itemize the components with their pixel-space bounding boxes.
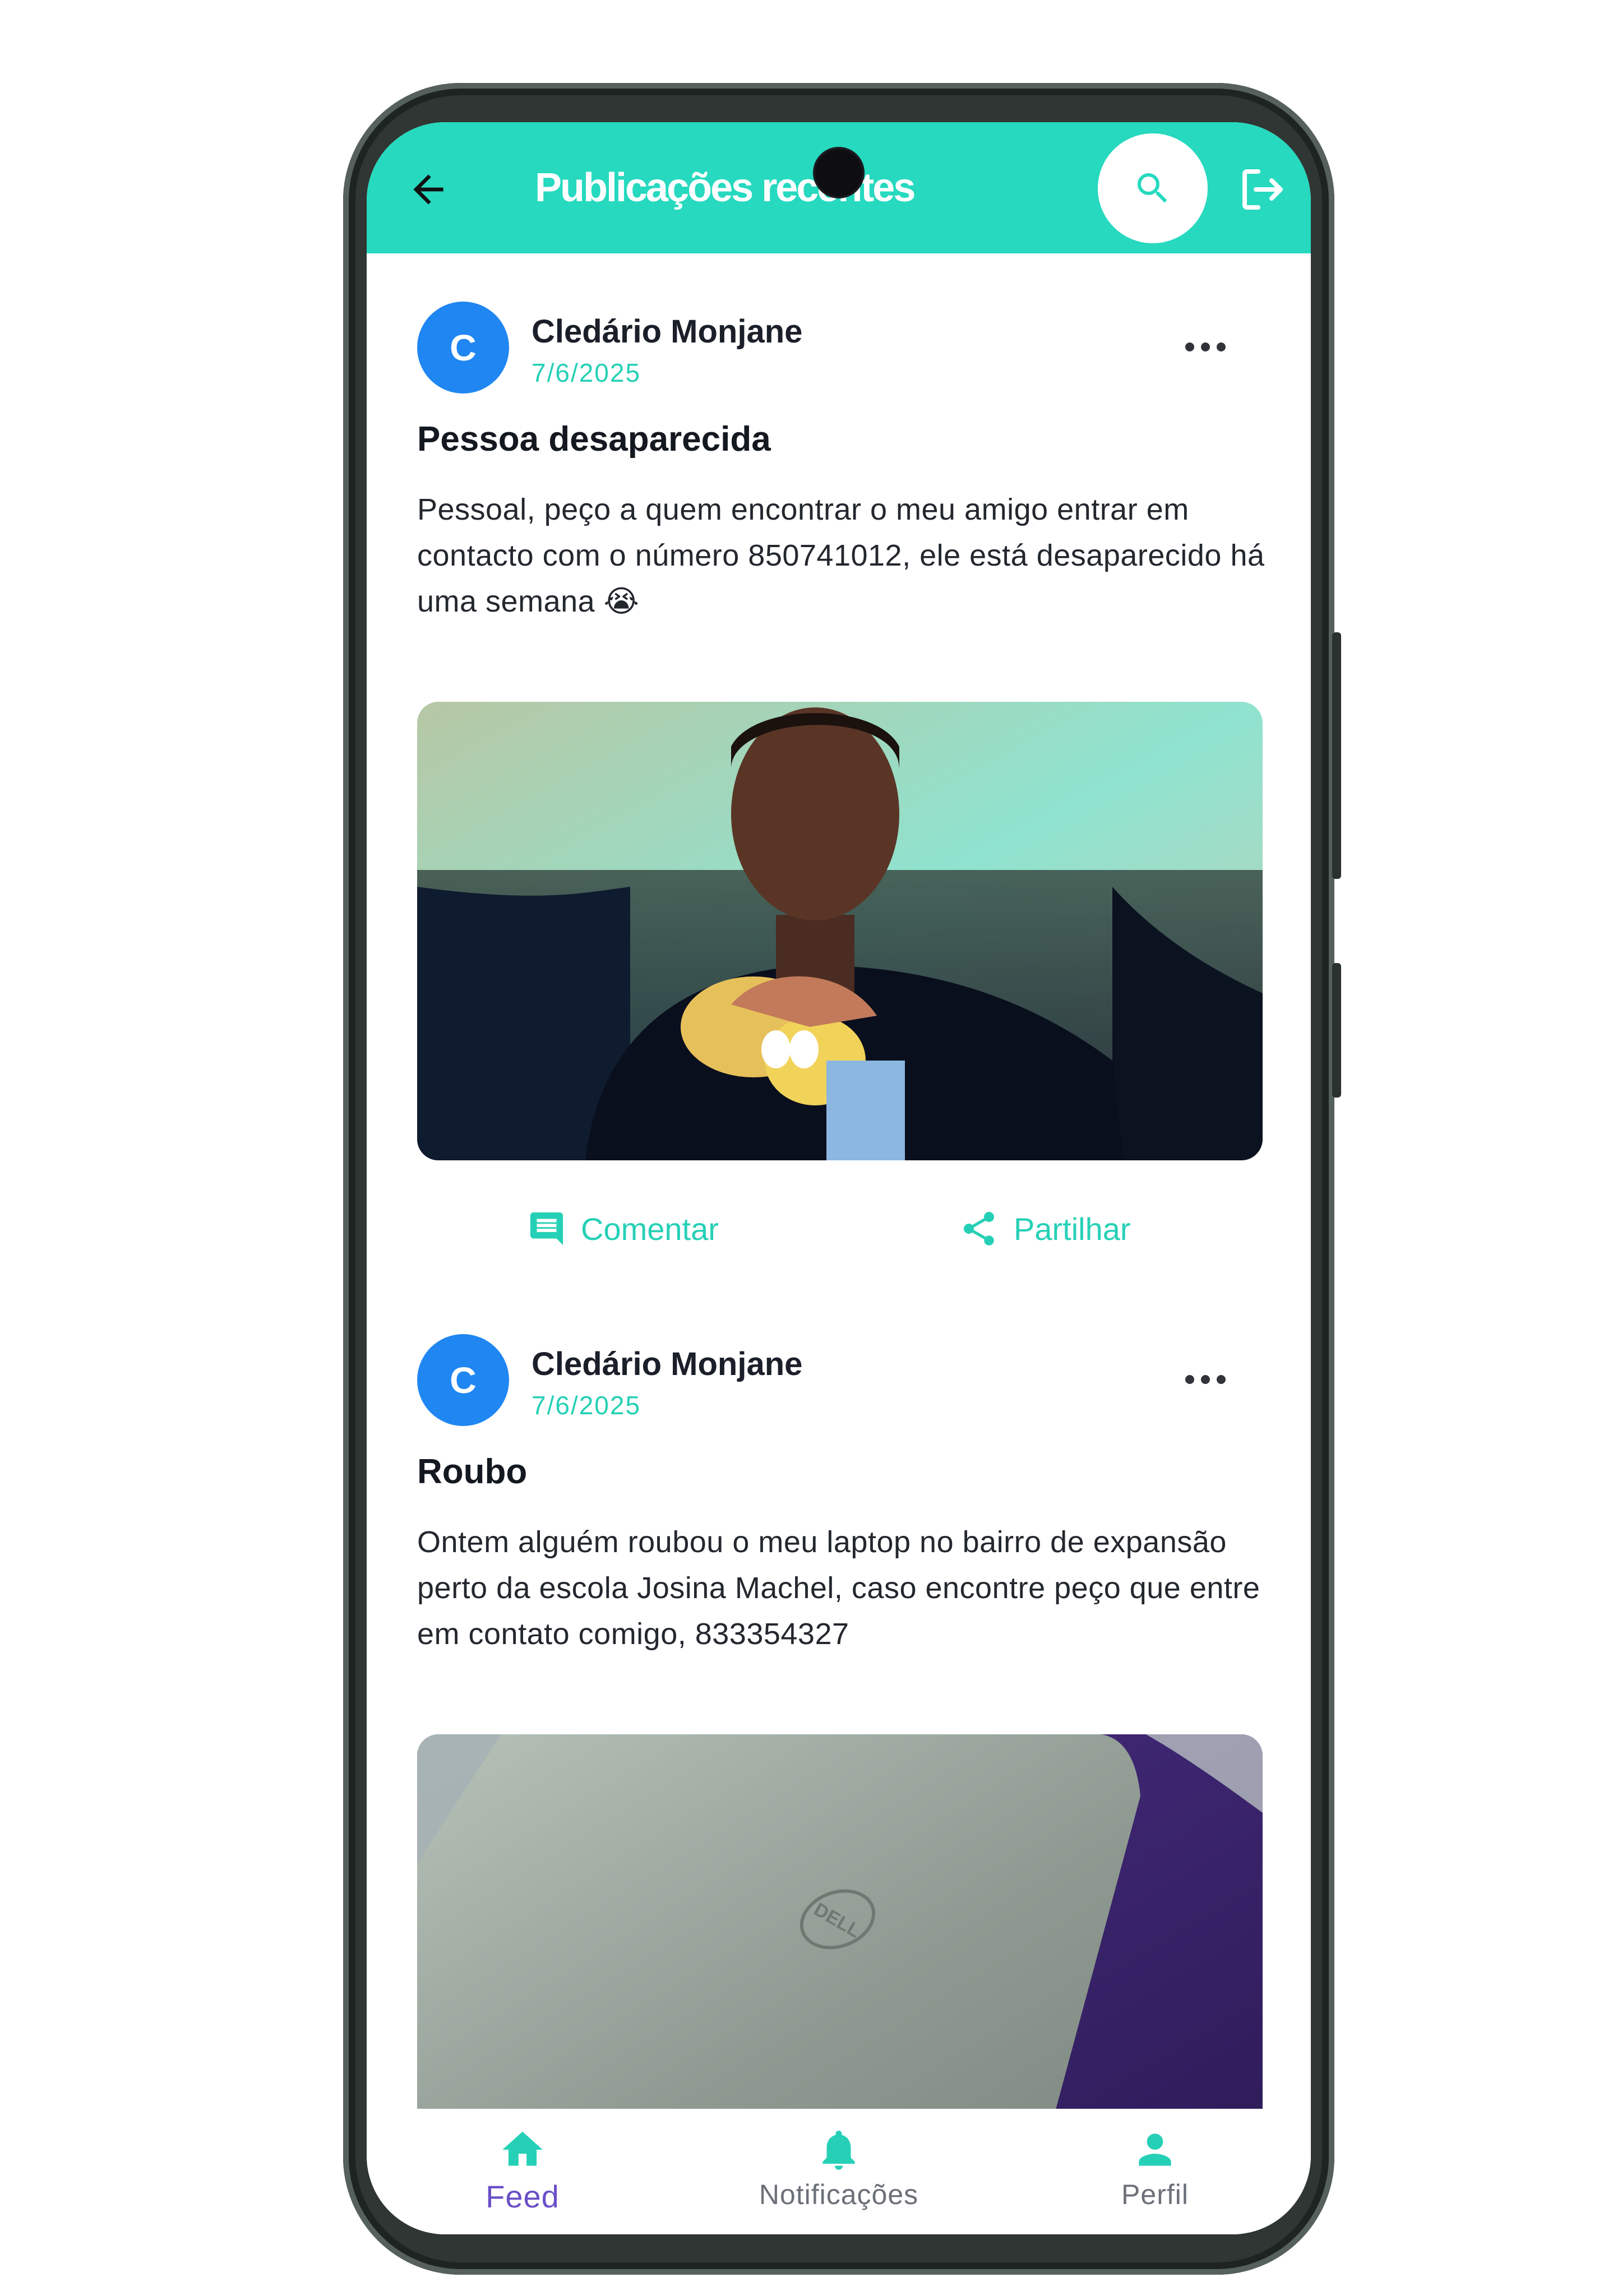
post-image[interactable] bbox=[417, 702, 1263, 1160]
search-button[interactable] bbox=[1098, 133, 1208, 243]
bottom-navigation: Feed Notificações Perfil bbox=[367, 2109, 1311, 2234]
nav-profile[interactable]: Perfil bbox=[1043, 2126, 1267, 2211]
nav-label: Feed bbox=[486, 2179, 560, 2214]
post-date: 7/6/2025 bbox=[532, 1391, 641, 1420]
power-button bbox=[1332, 963, 1341, 1098]
post-image[interactable]: DELL bbox=[417, 1734, 1263, 2109]
home-icon bbox=[502, 2131, 543, 2166]
person-icon bbox=[1139, 2133, 1171, 2166]
avatar[interactable]: C bbox=[417, 1334, 509, 1426]
front-camera bbox=[815, 149, 862, 196]
nav-label: Notificações bbox=[759, 2179, 919, 2210]
more-options-icon[interactable] bbox=[1185, 333, 1241, 361]
post-date: 7/6/2025 bbox=[532, 358, 641, 387]
post-body: Pessoal, peço a quem encontrar o meu ami… bbox=[417, 493, 1265, 618]
nav-label: Perfil bbox=[1121, 2179, 1189, 2210]
post-title: Roubo bbox=[417, 1452, 528, 1491]
post-title: Pessoa desaparecida bbox=[417, 420, 771, 459]
logout-icon[interactable] bbox=[1236, 163, 1290, 216]
comment-button[interactable]: Comentar bbox=[527, 1201, 719, 1257]
nav-feed[interactable]: Feed bbox=[410, 2126, 635, 2215]
post-body: Ontem alguém roubou o meu laptop no bair… bbox=[417, 1525, 1260, 1651]
avatar[interactable]: C bbox=[417, 302, 509, 394]
comment-label: Comentar bbox=[581, 1211, 719, 1247]
share-icon bbox=[963, 1211, 995, 1246]
more-options-icon[interactable] bbox=[1185, 1365, 1241, 1394]
post-author[interactable]: Cledário Monjane bbox=[532, 313, 802, 350]
back-arrow-icon[interactable] bbox=[406, 167, 451, 212]
share-label: Partilhar bbox=[1014, 1211, 1131, 1247]
share-button[interactable]: Partilhar bbox=[959, 1201, 1131, 1257]
app-screen: Publicações recentes C Cledário Monjane … bbox=[367, 122, 1311, 2234]
search-icon bbox=[1138, 173, 1167, 203]
feed-list[interactable]: C Cledário Monjane 7/6/2025 Pessoa desap… bbox=[367, 253, 1311, 2109]
bell-icon bbox=[822, 2130, 855, 2170]
nav-notifications[interactable]: Notificações bbox=[727, 2126, 951, 2211]
app-bar: Publicações recentes bbox=[367, 122, 1311, 253]
post-actions: Comentar Partilhar bbox=[417, 1201, 1263, 1257]
phone-frame: Publicações recentes C Cledário Monjane … bbox=[343, 83, 1341, 2275]
post-author[interactable]: Cledário Monjane bbox=[532, 1345, 802, 1383]
comment-icon bbox=[530, 1212, 563, 1246]
volume-button bbox=[1332, 632, 1341, 879]
